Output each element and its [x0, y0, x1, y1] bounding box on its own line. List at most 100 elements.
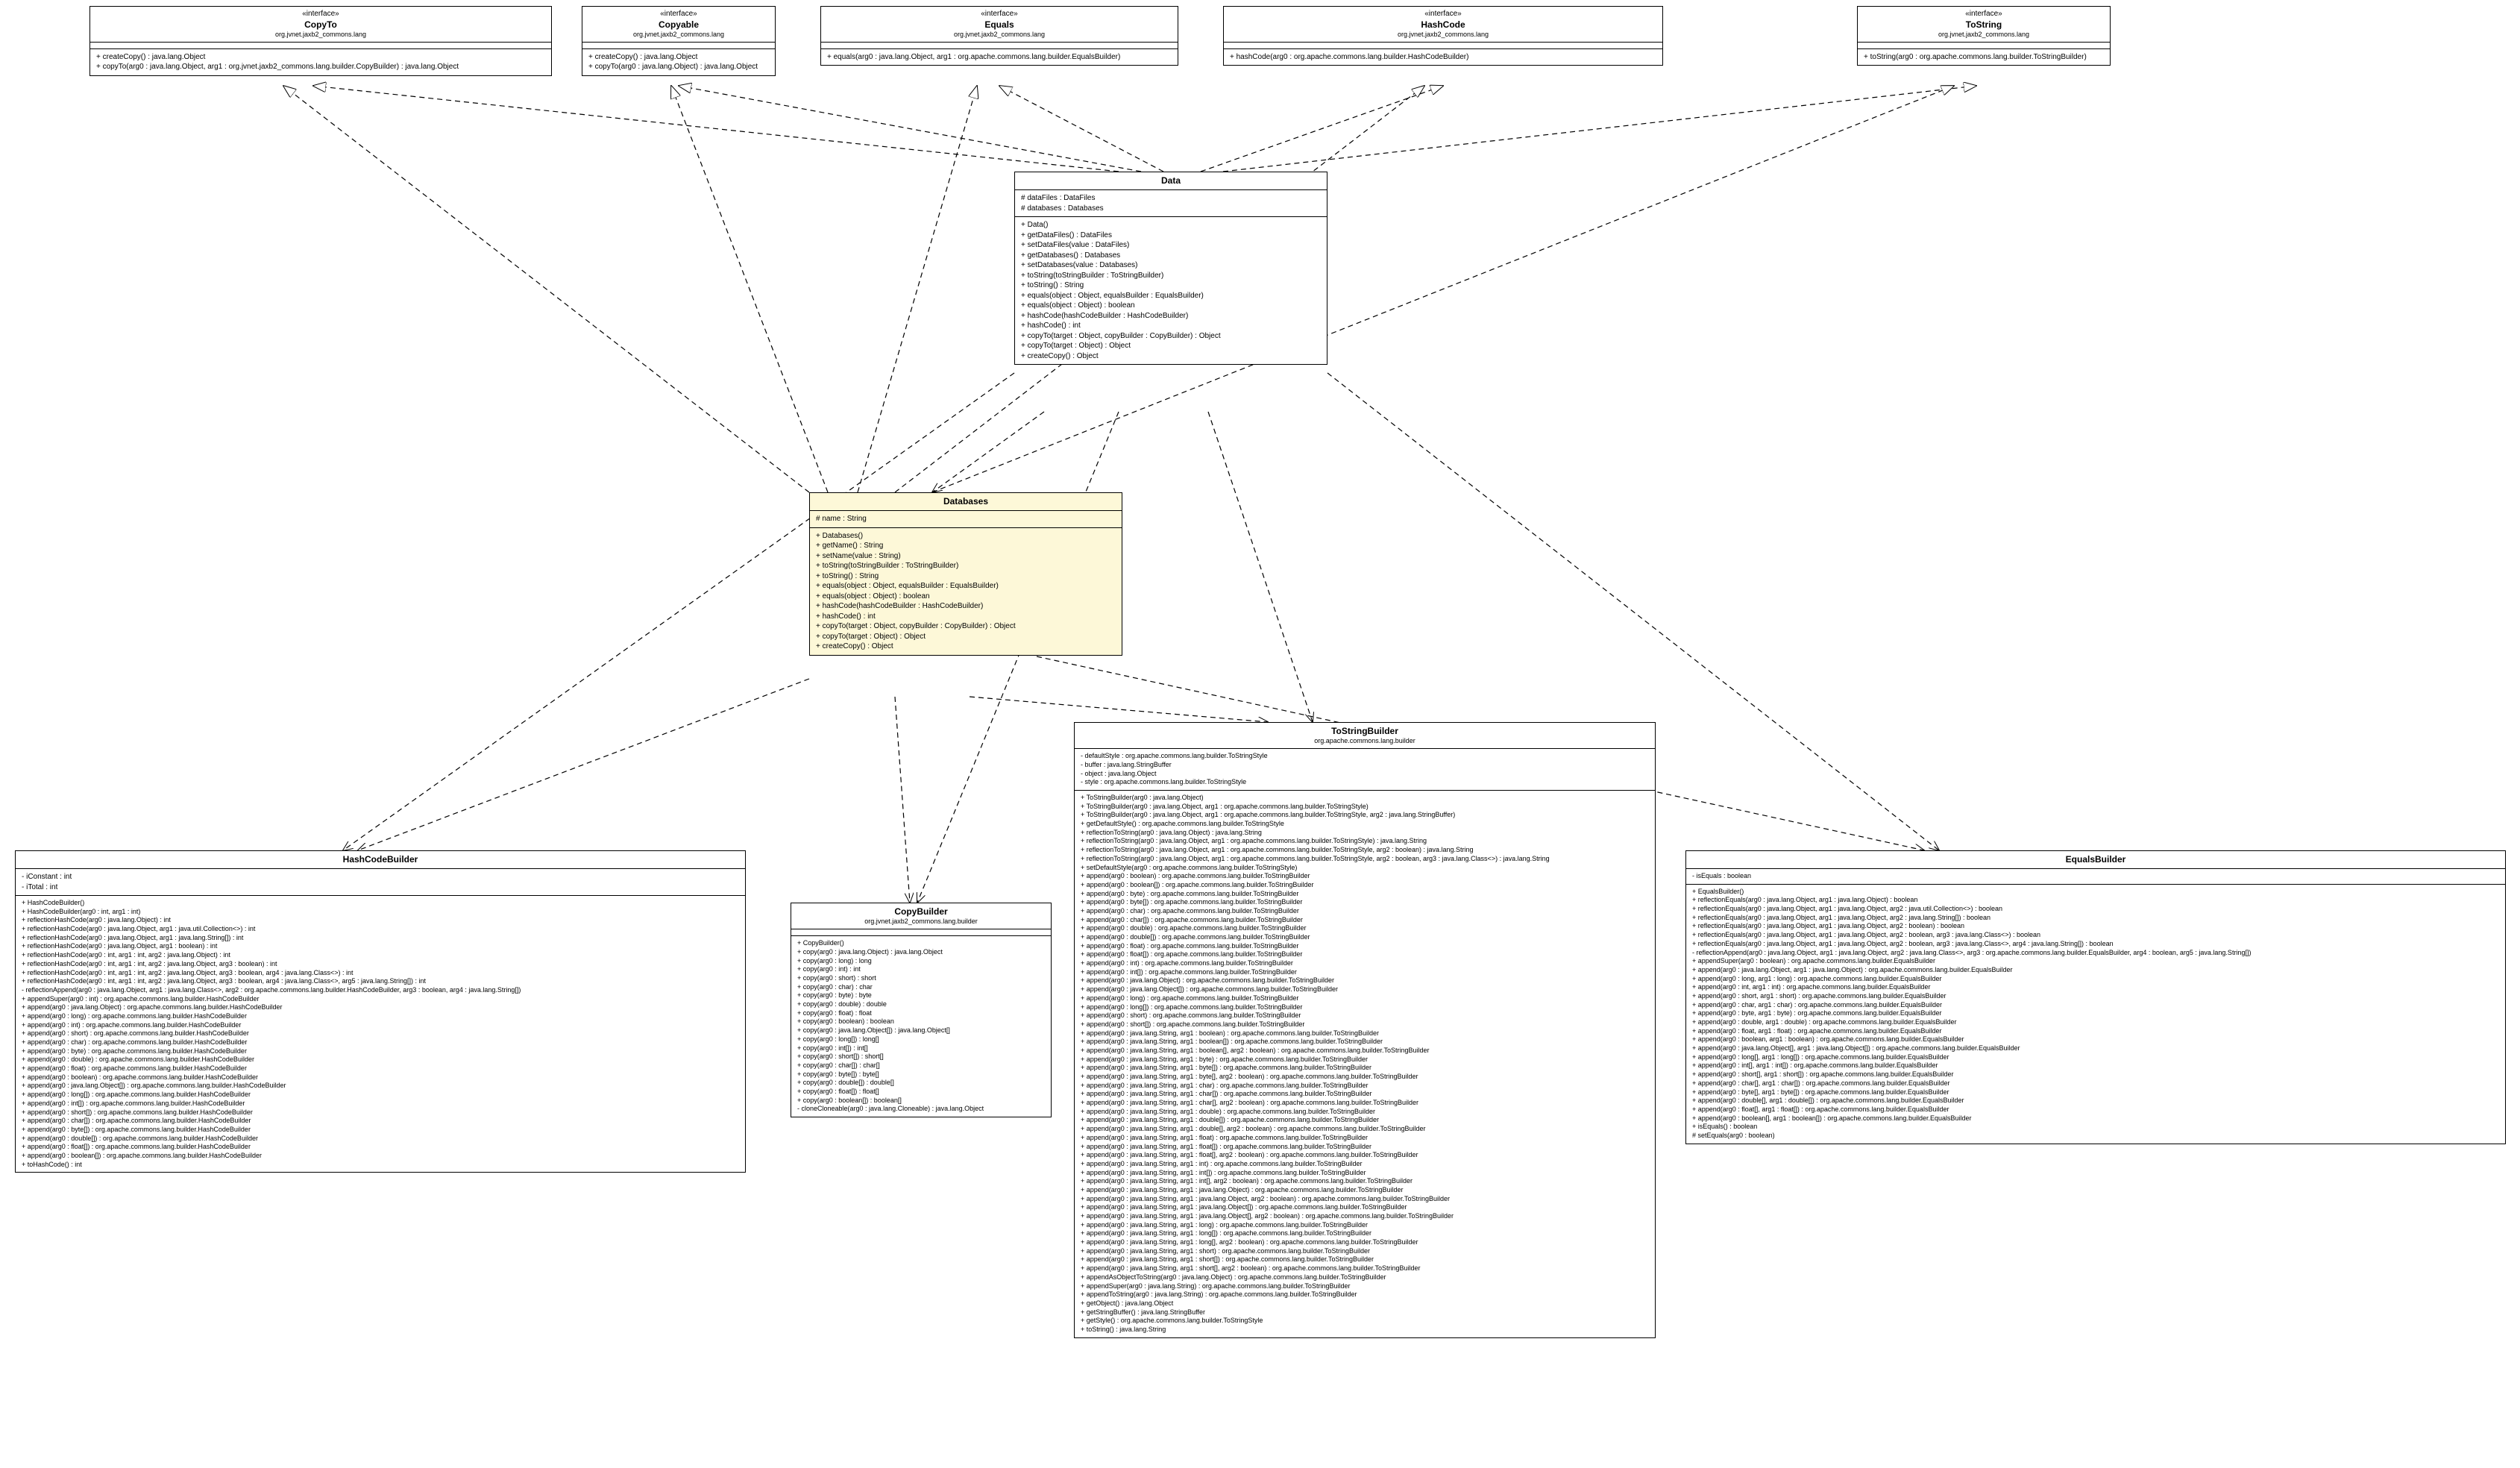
uml-row: + copy(arg0 : float) : float — [797, 1009, 1045, 1018]
uml-row: + append(arg0 : java.lang.String, arg1 :… — [1081, 1082, 1649, 1091]
uml-row: + append(arg0 : java.lang.String, arg1 :… — [1081, 1177, 1649, 1186]
interface-hashcode: «interface» HashCode org.jvnet.jaxb2_com… — [1223, 6, 1663, 66]
uml-row: + appendSuper(arg0 : int) : org.apache.c… — [22, 995, 739, 1004]
uml-row: + reflectionEquals(arg0 : java.lang.Obje… — [1692, 905, 2499, 914]
uml-row: + copy(arg0 : byte) : byte — [797, 991, 1045, 1000]
uml-row: + append(arg0 : long[], arg1 : long[]) :… — [1692, 1053, 2499, 1062]
uml-row: + append(arg0 : float) : org.apache.comm… — [1081, 942, 1649, 951]
uml-row: + createCopy() : java.lang.Object — [588, 52, 769, 63]
uml-row: + append(arg0 : char, arg1 : char) : org… — [1692, 1001, 2499, 1010]
uml-row: + equals(object : Object, equalsBuilder … — [1021, 291, 1321, 301]
uml-row: + append(arg0 : int[], arg1 : int[]) : o… — [1692, 1061, 2499, 1070]
uml-row: + append(arg0 : java.lang.String, arg1 :… — [1081, 1055, 1649, 1064]
uml-row: + append(arg0 : byte) : org.apache.commo… — [22, 1047, 739, 1056]
uml-row: + copy(arg0 : char) : char — [797, 983, 1045, 992]
uml-row: + toString() : java.lang.String — [1081, 1326, 1649, 1334]
uml-row: + HashCodeBuilder(arg0 : int, arg1 : int… — [22, 908, 739, 917]
uml-row: + append(arg0 : java.lang.String, arg1 :… — [1081, 1203, 1649, 1212]
uml-row: + getObject() : java.lang.Object — [1081, 1299, 1649, 1308]
uml-row: + ToStringBuilder(arg0 : java.lang.Objec… — [1081, 811, 1649, 820]
uml-row: + copyTo(arg0 : java.lang.Object) : java… — [588, 62, 769, 72]
uml-row: + getDataFiles() : DataFiles — [1021, 230, 1321, 241]
uml-row: + append(arg0 : byte[]) : org.apache.com… — [1081, 898, 1649, 907]
uml-row: + append(arg0 : boolean[], arg1 : boolea… — [1692, 1114, 2499, 1123]
uml-row: + append(arg0 : boolean, arg1 : boolean)… — [1692, 1035, 2499, 1044]
uml-row: + append(arg0 : java.lang.String, arg1 :… — [1081, 1125, 1649, 1134]
uml-row: + copy(arg0 : double[]) : double[] — [797, 1079, 1045, 1088]
uml-row: + append(arg0 : byte[], arg1 : byte[]) :… — [1692, 1088, 2499, 1097]
uml-row: + copyTo(arg0 : java.lang.Object, arg1 :… — [96, 62, 545, 72]
uml-row: + copyTo(target : Object) : Object — [1021, 341, 1321, 351]
interface-copyto: «interface» CopyTo org.jvnet.jaxb2_commo… — [89, 6, 552, 76]
uml-row: + toHashCode() : int — [22, 1161, 739, 1170]
uml-row: + appendSuper(arg0 : boolean) : org.apac… — [1692, 957, 2499, 966]
uml-row: + append(arg0 : java.lang.String, arg1 :… — [1081, 1038, 1649, 1047]
uml-row: + createCopy() : java.lang.Object — [96, 52, 545, 63]
uml-row: + append(arg0 : java.lang.String, arg1 :… — [1081, 1143, 1649, 1152]
uml-row: + reflectionHashCode(arg0 : java.lang.Ob… — [22, 916, 739, 925]
uml-row: + ToStringBuilder(arg0 : java.lang.Objec… — [1081, 803, 1649, 812]
uml-row: + reflectionHashCode(arg0 : int, arg1 : … — [22, 969, 739, 978]
uml-row: + hashCode(hashCodeBuilder : HashCodeBui… — [816, 601, 1116, 612]
uml-row: + append(arg0 : java.lang.String, arg1 :… — [1081, 1099, 1649, 1108]
uml-row: + isEquals() : boolean — [1692, 1123, 2499, 1132]
uml-row: + append(arg0 : java.lang.String, arg1 :… — [1081, 1108, 1649, 1117]
uml-row: + append(arg0 : short) : org.apache.comm… — [1081, 1011, 1649, 1020]
package: org.jvnet.jaxb2_commons.lang — [96, 31, 545, 39]
uml-row: - style : org.apache.commons.lang.builde… — [1081, 778, 1649, 787]
uml-row: + append(arg0 : boolean[]) : org.apache.… — [1081, 881, 1649, 890]
uml-row: + append(arg0 : java.lang.String, arg1 :… — [1081, 1212, 1649, 1221]
uml-row: + createCopy() : Object — [1021, 351, 1321, 362]
uml-row: + append(arg0 : java.lang.String, arg1 :… — [1081, 1090, 1649, 1099]
uml-row: + ToStringBuilder(arg0 : java.lang.Objec… — [1081, 794, 1649, 803]
uml-row: + append(arg0 : java.lang.String, arg1 :… — [1081, 1169, 1649, 1178]
uml-row: + copy(arg0 : long) : long — [797, 957, 1045, 966]
uml-row: + append(arg0 : byte) : org.apache.commo… — [1081, 890, 1649, 899]
uml-row: + toString(arg0 : org.apache.commons.lan… — [1864, 52, 2104, 63]
uml-row: + append(arg0 : long) : org.apache.commo… — [22, 1012, 739, 1021]
uml-row: + append(arg0 : int[]) : org.apache.comm… — [1081, 968, 1649, 977]
uml-row: + equals(object : Object) : boolean — [1021, 301, 1321, 311]
uml-row: + append(arg0 : java.lang.Object[]) : or… — [22, 1082, 739, 1091]
uml-row: + append(arg0 : float[]) : org.apache.co… — [22, 1143, 739, 1152]
uml-row: + append(arg0 : java.lang.String, arg1 :… — [1081, 1160, 1649, 1169]
uml-row: + createCopy() : Object — [816, 642, 1116, 652]
uml-row: + reflectionHashCode(arg0 : int, arg1 : … — [22, 977, 739, 986]
uml-row: + append(arg0 : boolean) : org.apache.co… — [1081, 872, 1649, 881]
class-tostringbuilder: ToStringBuilder org.apache.commons.lang.… — [1074, 722, 1656, 1338]
uml-row: + copyTo(target : Object, copyBuilder : … — [816, 621, 1116, 632]
uml-row: + append(arg0 : java.lang.String, arg1 :… — [1081, 1116, 1649, 1125]
uml-row: + copy(arg0 : short[]) : short[] — [797, 1053, 1045, 1061]
class-databases: Databases # name : String + Databases()+… — [809, 492, 1122, 656]
uml-row: + reflectionHashCode(arg0 : java.lang.Ob… — [22, 925, 739, 934]
uml-row: - reflectionAppend(arg0 : java.lang.Obje… — [1692, 949, 2499, 958]
uml-row: + HashCodeBuilder() — [22, 899, 739, 908]
uml-row: + append(arg0 : java.lang.Object[], arg1… — [1692, 1044, 2499, 1053]
uml-row: + copy(arg0 : int[]) : int[] — [797, 1044, 1045, 1053]
uml-row: + equals(object : Object) : boolean — [816, 592, 1116, 602]
uml-row: + setDatabases(value : Databases) — [1021, 260, 1321, 271]
uml-row: - buffer : java.lang.StringBuffer — [1081, 761, 1649, 770]
uml-row: + copy(arg0 : java.lang.Object[]) : java… — [797, 1026, 1045, 1035]
uml-row: + append(arg0 : float[]) : org.apache.co… — [1081, 950, 1649, 959]
uml-row: + copy(arg0 : int) : int — [797, 965, 1045, 974]
uml-row: + append(arg0 : double[]) : org.apache.c… — [22, 1135, 739, 1144]
uml-row: - iTotal : int — [22, 882, 739, 893]
class-name: CopyTo — [96, 19, 545, 31]
uml-row: + append(arg0 : short[], arg1 : short[])… — [1692, 1070, 2499, 1079]
uml-row: + append(arg0 : boolean) : org.apache.co… — [22, 1073, 739, 1082]
uml-row: + toString(toStringBuilder : ToStringBui… — [1021, 271, 1321, 281]
uml-row: + append(arg0 : java.lang.String, arg1 :… — [1081, 1134, 1649, 1143]
uml-row: + append(arg0 : long[]) : org.apache.com… — [1081, 1003, 1649, 1012]
uml-row: + toString(toStringBuilder : ToStringBui… — [816, 561, 1116, 571]
uml-row: + copyTo(target : Object, copyBuilder : … — [1021, 331, 1321, 342]
uml-row: + append(arg0 : short, arg1 : short) : o… — [1692, 992, 2499, 1001]
uml-row: + reflectionEquals(arg0 : java.lang.Obje… — [1692, 940, 2499, 949]
uml-row: + copy(arg0 : char[]) : char[] — [797, 1061, 1045, 1070]
uml-row: + append(arg0 : java.lang.String, arg1 :… — [1081, 1221, 1649, 1230]
uml-row: + append(arg0 : double[], arg1 : double[… — [1692, 1097, 2499, 1105]
uml-row: + appendAsObjectToString(arg0 : java.lan… — [1081, 1273, 1649, 1282]
uml-row: + getStyle() : org.apache.commons.lang.b… — [1081, 1317, 1649, 1326]
uml-row: + Data() — [1021, 220, 1321, 230]
uml-row: + append(arg0 : char) : org.apache.commo… — [22, 1038, 739, 1047]
